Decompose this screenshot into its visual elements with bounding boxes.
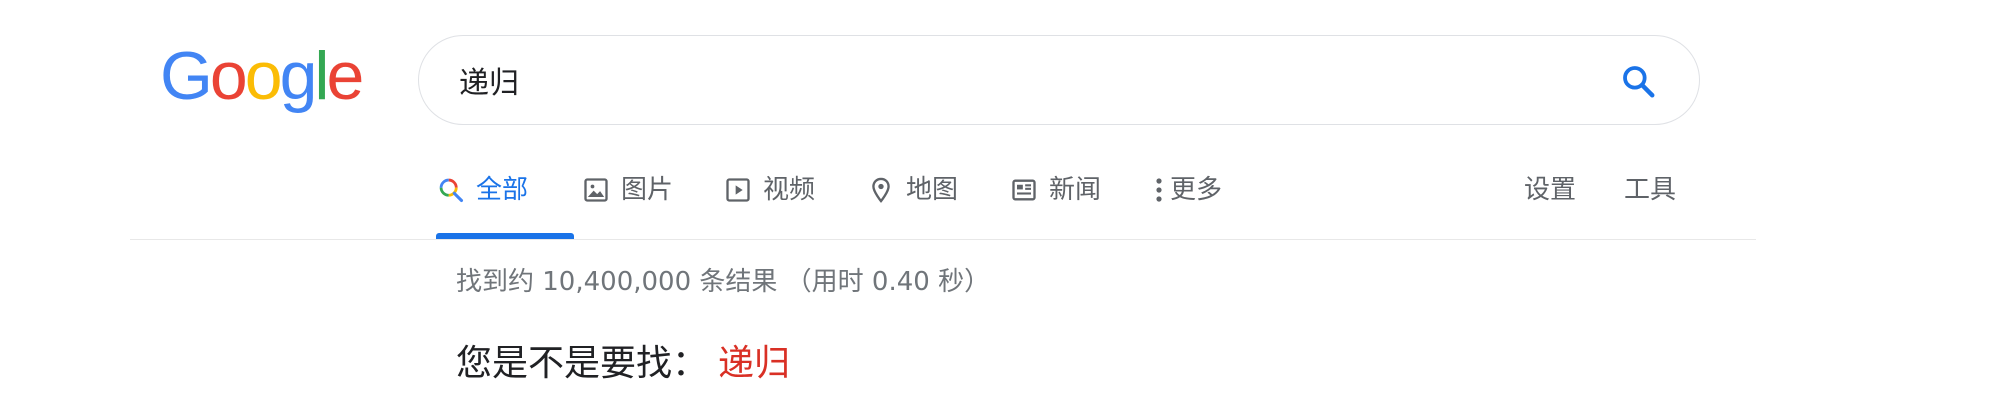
result-stats: 找到约 10,400,000 条结果 （用时 0.40 秒） xyxy=(456,267,991,297)
search-box[interactable] xyxy=(418,35,1700,125)
tab-label: 地图 xyxy=(906,175,959,205)
did-you-mean-prompt: 您是不是要找： xyxy=(456,343,709,384)
tab-label: 全部 xyxy=(476,175,529,205)
tab-more[interactable]: 更多 xyxy=(1152,168,1222,238)
tab-label: 更多 xyxy=(1170,175,1223,205)
tab-images[interactable]: 图片 xyxy=(581,168,673,238)
tab-all[interactable]: 全部 xyxy=(436,168,528,238)
header-divider xyxy=(130,239,1756,240)
tab-label: 图片 xyxy=(621,175,674,205)
logo-letter-g2: g xyxy=(279,38,318,114)
tab-label: 视频 xyxy=(763,175,816,205)
logo-letter-o1: o xyxy=(209,38,248,114)
tab-videos[interactable]: 视频 xyxy=(723,168,815,238)
search-button[interactable] xyxy=(1615,58,1661,104)
tab-news[interactable]: 新闻 xyxy=(1009,168,1101,238)
suggested-query-link[interactable]: 递归 xyxy=(718,343,790,384)
search-input[interactable] xyxy=(459,54,1559,106)
google-logo[interactable]: Google xyxy=(160,38,365,114)
video-play-icon xyxy=(723,172,753,208)
image-icon xyxy=(581,172,611,208)
map-pin-icon xyxy=(866,172,896,208)
tools-link[interactable]: 工具 xyxy=(1624,172,1676,208)
news-icon xyxy=(1009,172,1039,208)
spelling-suggestion: 您是不是要找： 递归 xyxy=(456,340,790,388)
settings-link[interactable]: 设置 xyxy=(1524,172,1576,208)
more-vertical-icon xyxy=(1152,172,1166,208)
tab-maps[interactable]: 地图 xyxy=(866,168,958,238)
search-multicolor-icon xyxy=(436,172,466,208)
logo-letter-g: G xyxy=(160,38,213,114)
logo-letter-l: l xyxy=(314,38,329,114)
search-icon xyxy=(1623,66,1655,98)
tab-label: 新闻 xyxy=(1049,175,1102,205)
logo-letter-e: e xyxy=(326,38,365,114)
logo-letter-o2: o xyxy=(244,38,283,114)
